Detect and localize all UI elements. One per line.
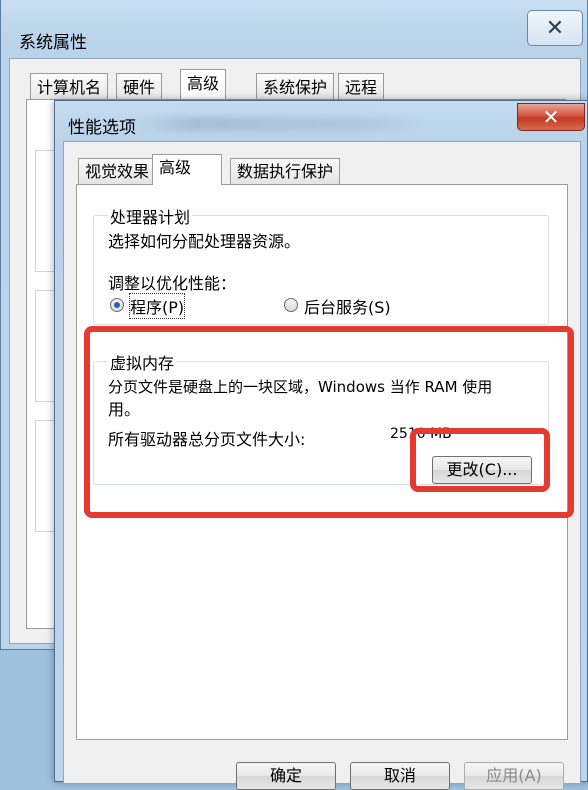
processor-scheduling-group: 处理器计划 选择如何分配处理器资源。 调整以优化性能： 程序(P) 后台服务(S…: [93, 204, 549, 325]
apply-button[interactable]: 应用(A): [464, 762, 564, 790]
window-title: 性能选项: [68, 118, 136, 138]
close-icon: ✕: [545, 15, 565, 41]
close-button[interactable]: ✕: [517, 103, 585, 131]
tab-advanced[interactable]: 高级: [180, 69, 227, 101]
tab-hardware[interactable]: 硬件: [116, 73, 163, 101]
programs-radio-label[interactable]: 程序(P): [128, 293, 186, 319]
optimize-label: 调整以优化性能：: [108, 274, 237, 293]
close-icon: ✕: [542, 105, 560, 129]
processor-scheduling-description: 选择如何分配处理器资源。: [108, 232, 301, 251]
close-button[interactable]: ✕: [527, 10, 583, 46]
tab-remote[interactable]: 远程: [338, 73, 385, 101]
tab-visual-effects[interactable]: 视觉效果: [78, 158, 157, 184]
programs-radio[interactable]: [110, 298, 124, 312]
tab-advanced[interactable]: 高级: [152, 154, 222, 185]
ok-button[interactable]: 确定: [236, 762, 336, 790]
background-services-radio-label[interactable]: 后台服务(S): [304, 294, 391, 318]
change-button-highlight: [410, 428, 550, 492]
background-services-radio[interactable]: [284, 298, 298, 312]
group-title: 处理器计划: [108, 204, 193, 228]
blurred-title-text: [135, 117, 425, 131]
tab-data-execution-prevention[interactable]: 数据执行保护: [230, 158, 341, 184]
cancel-button[interactable]: 取消: [350, 762, 450, 790]
window-title: 系统属性: [19, 33, 87, 53]
tab-computer-name[interactable]: 计算机名: [30, 73, 109, 101]
tab-system-protection[interactable]: 系统保护: [256, 73, 335, 101]
